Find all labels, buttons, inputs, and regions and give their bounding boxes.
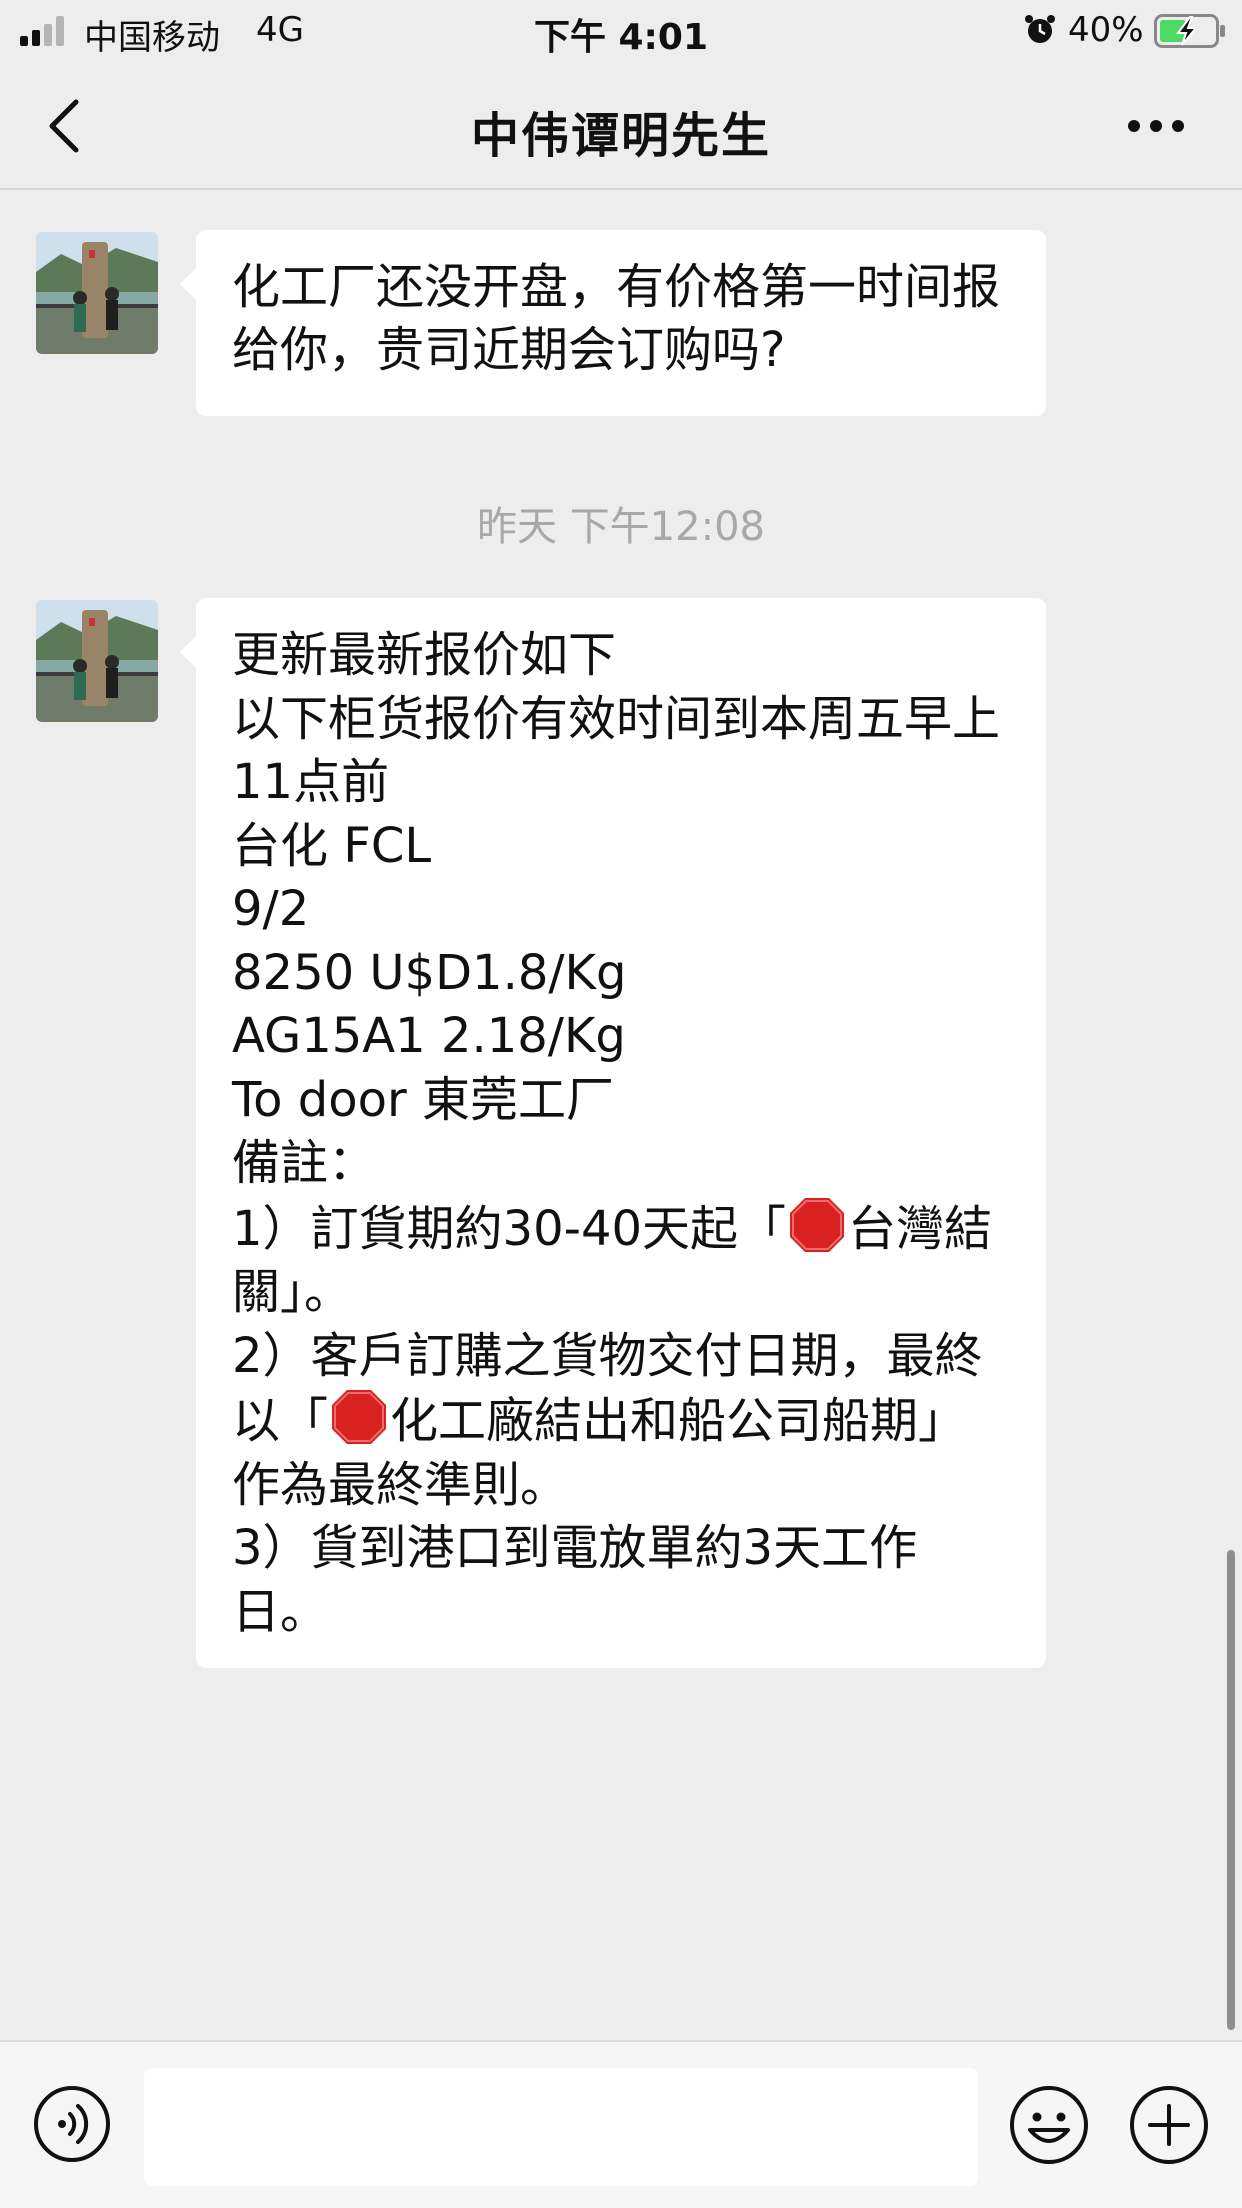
message-line: 台化 FCL xyxy=(232,817,432,874)
plus-icon[interactable] xyxy=(1128,2084,1210,2166)
message-line: 3）貨到港口到電放單約3天工作日。 xyxy=(232,1520,918,1640)
message-line: 備註： xyxy=(232,1135,377,1191)
more-dots-icon[interactable] xyxy=(1126,116,1186,136)
scrollbar[interactable] xyxy=(1227,1550,1235,2030)
message-line: 1）訂貨期約30-40天起「 xyxy=(232,1200,787,1257)
emoji-icon[interactable] xyxy=(1008,2084,1090,2166)
battery-percent: 40% xyxy=(1068,10,1144,50)
input-bar xyxy=(0,2040,1242,2208)
avatar-photo xyxy=(36,232,158,354)
avatar[interactable] xyxy=(36,232,158,354)
message-bubble[interactable]: 化工厂还没开盘，有价格第一时间报给你，贵司近期会订购吗? xyxy=(180,230,1046,416)
chat-title: 中伟谭明先生 xyxy=(470,108,771,164)
message-line: 9/2 xyxy=(232,881,310,937)
stop-sign-icon xyxy=(790,1197,845,1252)
message-line: 以下柜货报价有效时间到本周五早上11点前 xyxy=(232,690,1001,811)
message-line: To door 東莞工厂 xyxy=(232,1071,614,1128)
alarm-icon xyxy=(1025,15,1055,43)
message-input[interactable] xyxy=(144,2068,978,2186)
timestamp: 昨天 下午12:08 xyxy=(477,504,765,550)
avatar[interactable] xyxy=(36,600,158,722)
message-line: 8250 U$D1.8/Kg xyxy=(232,944,627,1001)
battery-charging-icon xyxy=(1154,14,1225,48)
message-line: 更新最新报价如下 xyxy=(232,627,617,683)
stop-sign-icon xyxy=(332,1390,387,1444)
message-bubble[interactable]: 更新最新报价如下 以下柜货报价有效时间到本周五早上11点前 台化 FCL 9/2… xyxy=(180,598,1046,1668)
avatar-photo xyxy=(36,600,158,722)
status-bar: 中国移动 4G 下午 4:01 40% xyxy=(0,0,1242,62)
voice-icon[interactable] xyxy=(32,2084,112,2164)
message-line: AG15A1 2.18/Kg xyxy=(232,1008,626,1064)
nav-bar: 中伟谭明先生 xyxy=(0,62,1242,190)
